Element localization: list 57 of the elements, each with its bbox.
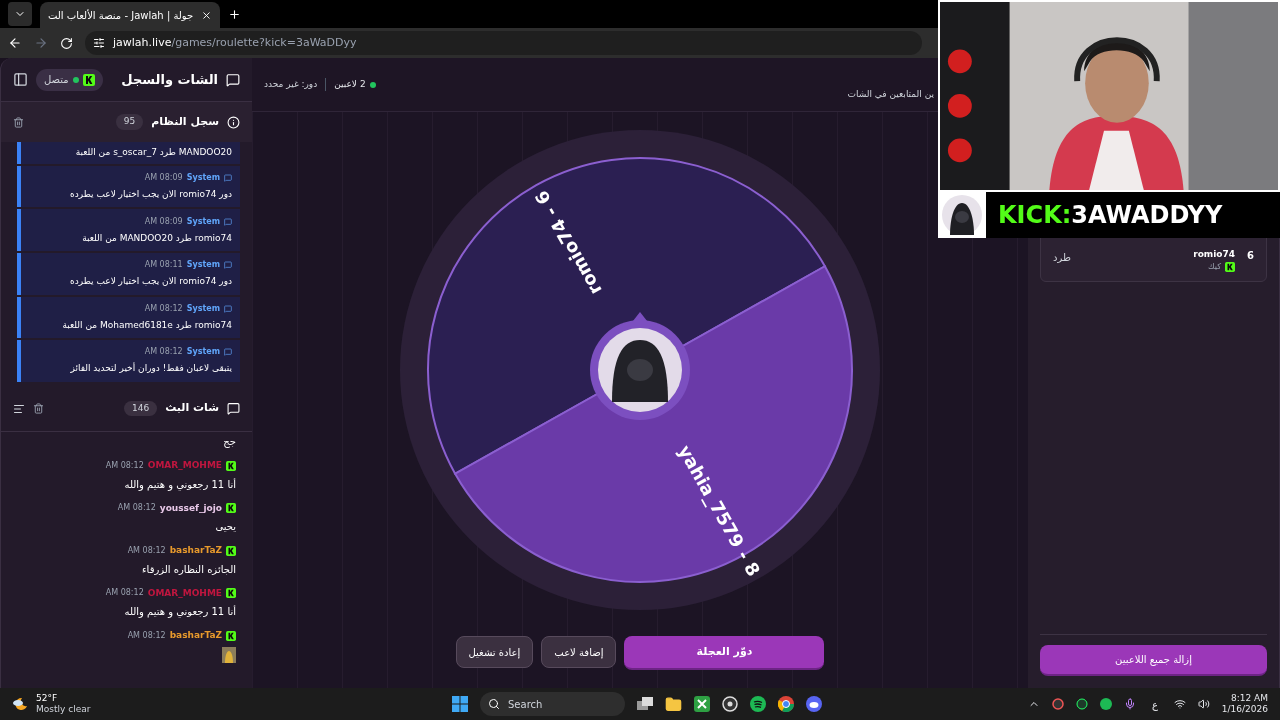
sender-name: System: [186, 302, 220, 315]
count-badge: 95: [115, 114, 144, 130]
weather-text: Mostly clear: [36, 704, 91, 715]
streamer-name: 3AWADDYY: [1071, 200, 1223, 231]
platform-name: KICK:: [998, 200, 1072, 231]
chat-username[interactable]: youssef_jojo: [159, 501, 222, 515]
section-title: سجل النظام: [151, 113, 219, 130]
log-text: دور romio74 الان يجب اختيار لاعب يطرده: [69, 187, 232, 201]
timestamp: AM 08:12: [144, 346, 183, 359]
player-number: 6: [1247, 249, 1254, 263]
timestamp: AM 08:09: [144, 171, 183, 184]
spin-button[interactable]: دوّر العجلة: [624, 636, 825, 670]
section-title: شات البث: [165, 400, 219, 417]
action-button[interactable]: إضافة لاعب: [541, 636, 617, 668]
log-text: يتبقى لاعبان فقط! دوران أخير لتحديد الفائز: [69, 362, 232, 376]
log-text: romio74 طرد Mohamed6181e من اللعبة: [61, 318, 232, 332]
chat-message: جج: [222, 435, 236, 449]
clock-date[interactable]: 1/16/2026: [1221, 704, 1268, 715]
sender-name: System: [186, 346, 220, 359]
search-field[interactable]: Search: [480, 692, 625, 716]
browser-tab[interactable]: جولة | Jawlah - منصة الألعاب الت: [40, 2, 221, 28]
timestamp: AM 08:11: [144, 259, 183, 272]
platform-label: كيك: [1208, 261, 1222, 273]
sidebar-title: الشات والسجل: [121, 70, 218, 89]
timestamp: AM 08:12: [127, 544, 166, 557]
hint-text: ين المتابعين في الشات: [847, 87, 934, 101]
address-field[interactable]: jawlah.live/games/roulette?kick=3aWaDDyy: [85, 31, 922, 55]
clock-time[interactable]: 8:12 AM: [1231, 693, 1268, 704]
url-text: jawlah.live/games/roulette?kick=3aWaDDyy: [113, 34, 357, 51]
timestamp: AM 08:12: [117, 502, 156, 515]
timestamp: AM 08:09: [144, 215, 183, 228]
chat-message: أنا 11 رجعوني و هتيم والله: [123, 604, 236, 619]
log-text: دور romio74 الان يجب اختيار لاعب يطرده: [69, 275, 232, 289]
clear-players-button[interactable]: إزالة جميع اللاعبين: [1040, 645, 1267, 676]
connection-badge: متصل: [36, 68, 103, 91]
players-status: 2 لاعبين: [334, 77, 376, 92]
log-text: MANDOO20 طرد s_oscar_7 من اللعبة: [74, 146, 232, 160]
chat-username[interactable]: basharTaZ: [169, 629, 222, 643]
sender-name: System: [186, 259, 220, 272]
turn-status: دور: غير محدد: [264, 77, 327, 92]
player-name: romio74: [1193, 247, 1236, 261]
sender-name: System: [186, 171, 220, 184]
kick-button[interactable]: طرد: [1053, 250, 1071, 265]
chat-message: أنا 11 رجعوني و هتيم والله: [123, 477, 236, 492]
count-badge: 146: [123, 400, 158, 417]
temperature: 52°F: [36, 693, 59, 704]
sender-name: System: [186, 215, 220, 228]
action-button[interactable]: إعادة تشغيل: [455, 636, 534, 668]
timestamp: AM 08:12: [105, 459, 144, 472]
timestamp: AM 08:12: [144, 302, 183, 315]
chat-username[interactable]: basharTaZ: [169, 544, 222, 558]
language-indicator[interactable]: ع: [1147, 696, 1162, 712]
log-text: romio74 طرد MANDOO20 من اللعبة: [81, 231, 232, 245]
chat-message: يحيى: [214, 520, 236, 534]
timestamp: AM 08:12: [127, 629, 166, 642]
timestamp: AM 08:12: [105, 587, 144, 600]
chat-message: الجائزه النظاره الزرقاء: [140, 562, 236, 577]
